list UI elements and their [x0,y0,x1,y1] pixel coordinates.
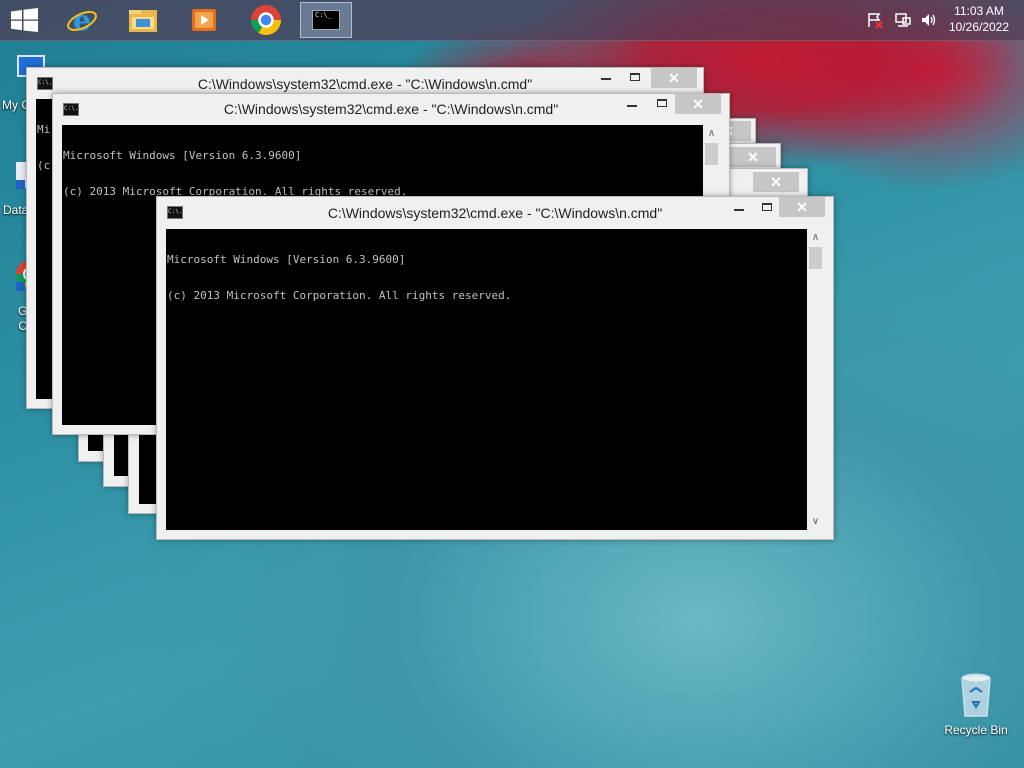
desktop-icon-label: Data [3,203,29,217]
scroll-up-button[interactable]: ∧ [703,125,720,142]
taskbar-internet-explorer[interactable]: e [54,2,110,38]
desktop-icon-recycle-bin[interactable]: Recycle Bin [940,670,1012,737]
minimize-button[interactable] [597,72,615,80]
folder-icon [129,10,157,32]
taskbar-file-explorer[interactable] [115,2,171,38]
close-button[interactable]: ✕ [675,94,721,114]
network-icon[interactable] [894,11,912,29]
windows-logo-icon [11,8,38,32]
start-button[interactable] [0,0,50,40]
internet-explorer-icon: e [67,4,97,36]
title-bar[interactable]: C:\. C:\Windows\system32\cmd.exe - "C:\W… [53,94,729,124]
desktop-icon-label: Recycle Bin [944,723,1008,737]
scroll-thumb[interactable] [809,247,822,269]
console-line: Microsoft Windows [Version 6.3.9600] [167,253,406,266]
scroll-thumb[interactable] [705,143,718,165]
cmd-window-front[interactable]: C:\. C:\Windows\system32\cmd.exe - "C:\W… [156,196,834,540]
title-bar[interactable]: C:\. C:\Windows\system32\cmd.exe - "C:\W… [157,197,833,227]
close-button[interactable]: ✕ [753,172,799,192]
taskbar-windows-media-player[interactable] [176,2,232,38]
minimize-button[interactable] [623,99,641,107]
close-button[interactable]: ✕ [651,68,697,88]
maximize-button[interactable] [630,73,640,81]
clock[interactable]: 11:03 AM 10/26/2022 [944,3,1014,35]
chrome-icon [251,5,281,36]
taskbar-google-chrome[interactable] [238,2,294,38]
system-tray [866,0,938,40]
console-output[interactable]: Microsoft Windows [Version 6.3.9600] (c)… [166,229,807,530]
maximize-button[interactable] [762,203,772,211]
clock-date: 10/26/2022 [948,20,1010,34]
clock-time: 11:03 AM [954,4,1004,18]
console-line: Microsoft Windows [Version 6.3.9600] [63,149,302,162]
taskbar: e C:\_ 11:03 AM 10/26/2022 [0,0,1024,41]
vertical-scrollbar[interactable]: ∧ ∨ [807,229,824,530]
recycle-bin-icon [961,673,991,717]
taskbar-command-prompt[interactable]: C:\_ [300,2,352,38]
svg-text:e: e [73,4,91,36]
minimize-button[interactable] [730,203,748,211]
command-prompt-icon: C:\_ [312,10,340,30]
close-button[interactable]: ✕ [779,197,825,217]
maximize-button[interactable] [657,99,667,107]
close-button[interactable]: ✕ [730,147,776,167]
scroll-down-button[interactable]: ∨ [807,513,824,530]
action-center-flag-icon[interactable] [866,11,884,29]
scroll-up-button[interactable]: ∧ [807,229,824,246]
media-player-icon [192,9,216,31]
volume-icon[interactable] [920,11,938,29]
console-line: (c) 2013 Microsoft Corporation. All righ… [167,289,512,302]
